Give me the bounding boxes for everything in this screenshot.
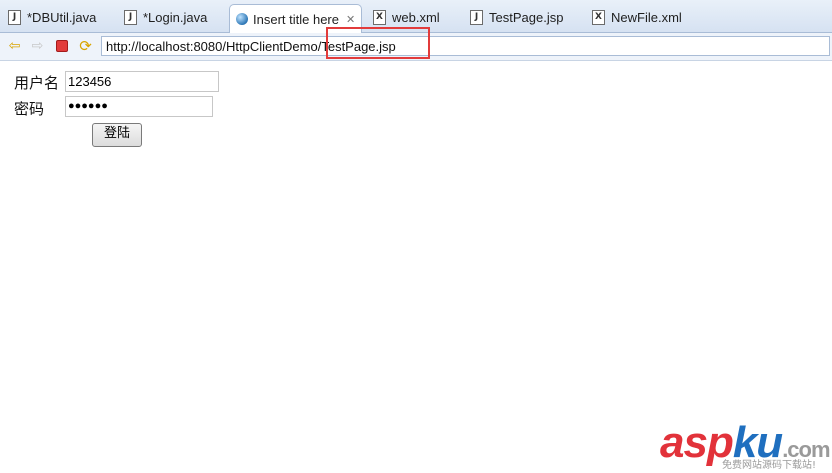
login-button[interactable]: 登陆: [92, 123, 142, 147]
tab-web-xml[interactable]: X web.xml: [373, 5, 440, 29]
stop-icon: [55, 39, 68, 52]
highlight-box: [326, 27, 430, 59]
stop-button[interactable]: [53, 37, 70, 54]
java-file-icon: J: [8, 9, 21, 25]
tab-label: *Login.java: [143, 9, 208, 25]
tab-testpage-jsp[interactable]: J TestPage.jsp: [470, 5, 563, 29]
password-label: 密码: [14, 100, 45, 118]
tab-label: TestPage.jsp: [489, 9, 564, 25]
username-label: 用户名: [14, 74, 60, 92]
tab-label: Insert title here: [253, 11, 339, 27]
xml-file-icon: X: [592, 9, 605, 25]
close-icon[interactable]: ✕: [346, 13, 355, 26]
forward-arrow-icon[interactable]: ⇨: [29, 37, 46, 54]
watermark-subtitle: 免费网站源码下载站!: [722, 460, 817, 471]
username-input[interactable]: 123456: [65, 71, 219, 92]
tab-dbutil-java[interactable]: J *DBUtil.java: [8, 5, 96, 29]
url-input[interactable]: http://localhost:8080/HttpClientDemo/Tes…: [101, 36, 830, 56]
tab-label: web.xml: [392, 9, 440, 25]
java-file-icon: J: [124, 9, 137, 25]
tab-login-java[interactable]: J *Login.java: [124, 5, 207, 29]
tab-label: *DBUtil.java: [27, 9, 97, 25]
xml-file-icon: X: [373, 9, 386, 25]
tab-label: NewFile.xml: [611, 9, 682, 25]
password-input[interactable]: ●●●●●●: [65, 96, 213, 117]
back-arrow-icon[interactable]: ⇦: [6, 37, 23, 54]
jsp-file-icon: J: [470, 9, 483, 25]
globe-icon: [236, 13, 248, 25]
refresh-icon[interactable]: ⟳: [77, 37, 94, 55]
tab-newfile-xml[interactable]: X NewFile.xml: [592, 5, 682, 29]
